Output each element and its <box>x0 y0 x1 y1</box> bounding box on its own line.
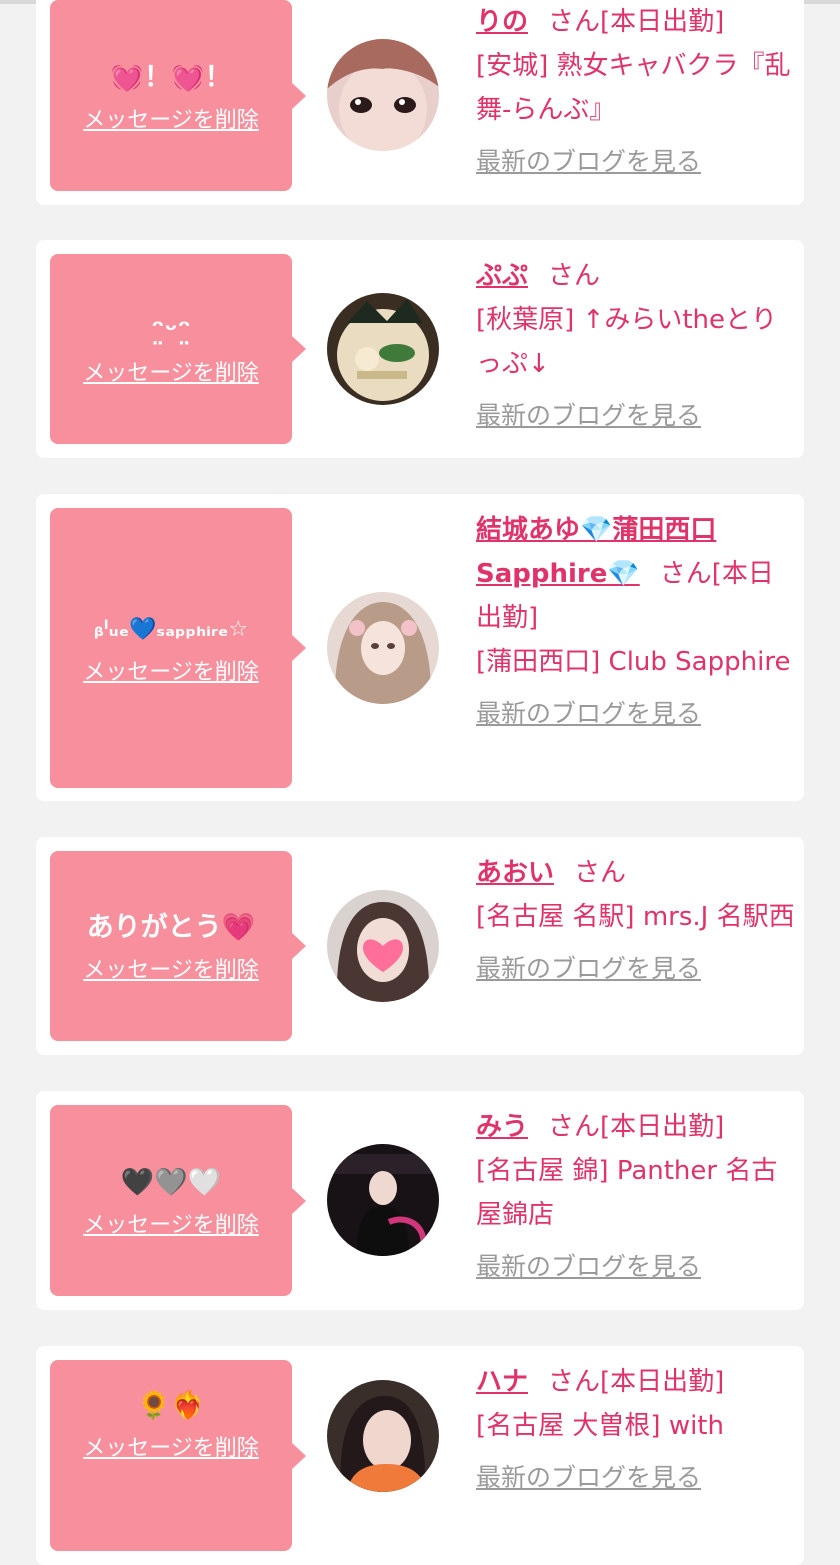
honorific: さん <box>574 858 627 888</box>
list-item: 🌻❤️‍🔥 メッセージを削除 ハナ さん[本日出勤] [名古屋 大曽根] with… <box>36 1346 804 1565</box>
avatar[interactable] <box>327 890 439 1002</box>
avatar[interactable] <box>327 592 439 704</box>
message-bubble: 🖤🩶🤍 メッセージを削除 <box>50 1105 306 1296</box>
delete-message-link[interactable]: メッセージを削除 <box>83 102 259 134</box>
shop-info: [秋葉原] ↑みらいtheとりっぷ↓ <box>476 305 778 379</box>
shop-info: [安城] 熟女キャバクラ『乱舞-らんぶ』 <box>476 51 791 125</box>
delete-message-link[interactable]: メッセージを削除 <box>83 355 259 387</box>
delete-message-link[interactable]: メッセージを削除 <box>83 1430 259 1462</box>
honorific: さん <box>548 1367 601 1397</box>
message-bubble: 💓！💓！ メッセージを削除 <box>50 0 306 191</box>
shop-info: [名古屋 錦] Panther 名古屋錦店 <box>476 1156 778 1230</box>
avatar[interactable] <box>327 293 439 405</box>
message-text: ありがとう💗 <box>86 912 256 943</box>
message-bubble: ᵔ̤ᵕᵔ̤ メッセージを削除 <box>50 254 306 444</box>
name-line: ぷぷ さん <box>476 254 796 298</box>
blog-link[interactable]: 最新のブログを見る <box>476 694 701 730</box>
profile-info: りの さん[本日出勤] [安城] 熟女キャバクラ『乱舞-らんぶ』 最新のブログを見… <box>476 0 796 178</box>
honorific: さん <box>659 559 712 589</box>
shop-info: [名古屋 大曽根] with <box>476 1411 724 1441</box>
message-bubble: ᵦˡᵤₑ💙ₛₐₚₚₕᵢᵣₑ☆ メッセージを削除 <box>50 508 306 788</box>
profile-name-link[interactable]: りの <box>476 7 528 37</box>
list-item: 💓！💓！ メッセージを削除 りの さん[本日出勤] [安城] 熟女キャバクラ『乱舞… <box>36 0 804 205</box>
name-line: りの さん[本日出勤] <box>476 0 796 44</box>
profile-info: 結城あゆ💎蒲田西口Sapphire💎 さん[本日出勤] [蒲田西口] Club S… <box>476 508 796 730</box>
avatar[interactable] <box>327 39 439 151</box>
message-text: ᵔ̤ᵕᵔ̤ <box>151 315 191 346</box>
status-label: [本日出勤] <box>600 1367 725 1397</box>
list-item: ᵔ̤ᵕᵔ̤ メッセージを削除 ぷぷ さん [秋葉原] ↑みらいtheとりっぷ↓ 最… <box>36 240 804 458</box>
status-label: [本日出勤] <box>600 7 725 37</box>
profile-name-link[interactable]: あおい <box>476 858 554 888</box>
message-bubble: ありがとう💗 メッセージを削除 <box>50 851 306 1041</box>
list-item: ᵦˡᵤₑ💙ₛₐₚₚₕᵢᵣₑ☆ メッセージを削除 結城あゆ💎蒲田西口Sapphir… <box>36 494 804 801</box>
profile-name-link[interactable]: みう <box>476 1112 528 1142</box>
honorific: さん <box>548 1112 601 1142</box>
list-item: ありがとう💗 メッセージを削除 あおい さん [名古屋 名駅] mrs.J 名駅西… <box>36 837 804 1055</box>
status-label: [本日出勤] <box>600 1112 725 1142</box>
shop-info: [名古屋 名駅] mrs.J 名駅西 <box>476 902 795 932</box>
name-line: あおい さん <box>476 851 796 895</box>
blog-link[interactable]: 最新のブログを見る <box>476 142 701 178</box>
message-text: 🌻❤️‍🔥 <box>137 1390 205 1421</box>
name-line: みう さん[本日出勤] <box>476 1105 796 1149</box>
blog-link[interactable]: 最新のブログを見る <box>476 1458 701 1494</box>
avatar[interactable] <box>327 1380 439 1492</box>
message-text: ᵦˡᵤₑ💙ₛₐₚₚₕᵢᵣₑ☆ <box>93 617 249 642</box>
name-line: ハナ さん[本日出勤] <box>476 1360 796 1404</box>
delete-message-link[interactable]: メッセージを削除 <box>83 1207 259 1239</box>
honorific: さん <box>548 7 601 37</box>
avatar[interactable] <box>327 1144 439 1256</box>
profile-name-link[interactable]: ハナ <box>476 1367 528 1397</box>
delete-message-link[interactable]: メッセージを削除 <box>83 952 259 984</box>
blog-link[interactable]: 最新のブログを見る <box>476 949 701 985</box>
profile-info: ぷぷ さん [秋葉原] ↑みらいtheとりっぷ↓ 最新のブログを見る <box>476 254 796 432</box>
delete-message-link[interactable]: メッセージを削除 <box>83 654 259 686</box>
list-item: 🖤🩶🤍 メッセージを削除 みう さん[本日出勤] [名古屋 錦] Panther … <box>36 1091 804 1310</box>
profile-name-link[interactable]: ぷぷ <box>476 261 528 291</box>
message-text: 🖤🩶🤍 <box>120 1166 222 1198</box>
profile-info: みう さん[本日出勤] [名古屋 錦] Panther 名古屋錦店 最新のブログを… <box>476 1105 796 1283</box>
honorific: さん <box>548 261 601 291</box>
message-bubble: 🌻❤️‍🔥 メッセージを削除 <box>50 1360 306 1551</box>
shop-info: [蒲田西口] Club Sapphire <box>476 647 791 677</box>
blog-link[interactable]: 最新のブログを見る <box>476 1247 701 1283</box>
message-text: 💓！💓！ <box>110 61 232 93</box>
blog-link[interactable]: 最新のブログを見る <box>476 396 701 432</box>
profile-info: ハナ さん[本日出勤] [名古屋 大曽根] with 最新のブログを見る <box>476 1360 796 1494</box>
profile-info: あおい さん [名古屋 名駅] mrs.J 名駅西 最新のブログを見る <box>476 851 796 985</box>
name-line: 結城あゆ💎蒲田西口Sapphire💎 さん[本日出勤] <box>476 508 796 640</box>
